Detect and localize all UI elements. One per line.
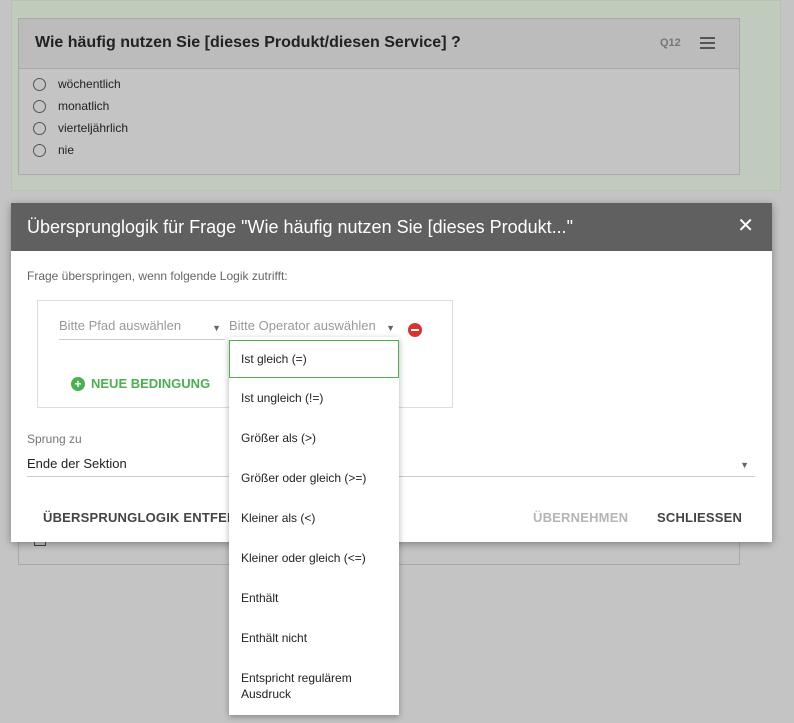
- answer-option-label: vierteljährlich: [58, 121, 129, 135]
- answer-option-label: wöchentlich: [58, 77, 121, 91]
- operator-option[interactable]: Kleiner als (<): [229, 498, 399, 538]
- remove-condition-icon[interactable]: [408, 323, 422, 337]
- path-select-placeholder: Bitte Pfad auswählen: [59, 318, 182, 333]
- radio-icon[interactable]: [33, 143, 46, 157]
- add-condition-label: NEUE BEDINGUNG: [91, 376, 211, 391]
- jump-to-value: Ende der Sektion: [27, 456, 127, 471]
- operator-option[interactable]: Enthält nicht: [229, 618, 399, 658]
- dialog-title: Übersprunglogik für Frage "Wie häufig nu…: [27, 217, 574, 237]
- operator-option[interactable]: Entspricht regulärem Ausdruck: [229, 663, 399, 709]
- operator-option[interactable]: Kleiner oder gleich (<=): [229, 538, 399, 578]
- question-card: Wie häufig nutzen Sie [dieses Produkt/di…: [18, 18, 740, 175]
- answer-option-label: nie: [58, 143, 75, 157]
- operator-option[interactable]: Größer als (>): [229, 418, 399, 458]
- jump-to-label: Sprung zu: [27, 432, 82, 446]
- question-id: Q12: [660, 37, 681, 49]
- operator-option[interactable]: Enthält: [229, 578, 399, 618]
- chevron-down-icon: ▼: [212, 323, 221, 333]
- operator-select-placeholder: Bitte Operator auswählen: [229, 318, 376, 333]
- chevron-down-icon: ▼: [386, 323, 395, 333]
- hamburger-menu-icon[interactable]: [700, 37, 715, 49]
- answer-option[interactable]: vierteljährlich: [33, 121, 128, 135]
- dialog-hint: Frage überspringen, wenn folgende Logik …: [27, 269, 288, 283]
- answer-option[interactable]: nie: [33, 143, 74, 157]
- operator-option[interactable]: Ist gleich (=): [229, 340, 399, 378]
- plus-circle-icon: +: [71, 376, 85, 391]
- answer-option-label: monatlich: [58, 99, 110, 113]
- question-header: Wie häufig nutzen Sie [dieses Produkt/di…: [19, 19, 739, 69]
- answer-option[interactable]: wöchentlich: [33, 77, 121, 91]
- operator-option[interactable]: Ist ungleich (!=): [229, 378, 399, 418]
- apply-button[interactable]: ÜBERNEHMEN: [533, 510, 628, 525]
- chevron-down-icon: ▼: [740, 460, 749, 470]
- path-select[interactable]: Bitte Pfad auswählen ▼: [59, 318, 225, 340]
- operator-option[interactable]: Größer oder gleich (>=): [229, 458, 399, 498]
- radio-icon[interactable]: [33, 99, 46, 113]
- dialog-header: Übersprunglogik für Frage "Wie häufig nu…: [11, 203, 772, 251]
- answer-option[interactable]: monatlich: [33, 99, 109, 113]
- question-title: Wie häufig nutzen Sie [dieses Produkt/di…: [35, 34, 461, 51]
- close-icon[interactable]: ✕: [737, 216, 754, 236]
- radio-icon[interactable]: [33, 121, 46, 135]
- operator-dropdown: Ist gleich (=) Ist ungleich (!=) Größer …: [229, 337, 399, 715]
- add-condition-button[interactable]: + NEUE BEDINGUNG: [71, 376, 210, 391]
- radio-icon[interactable]: [33, 77, 46, 91]
- close-button[interactable]: SCHLIESSEN: [657, 510, 742, 525]
